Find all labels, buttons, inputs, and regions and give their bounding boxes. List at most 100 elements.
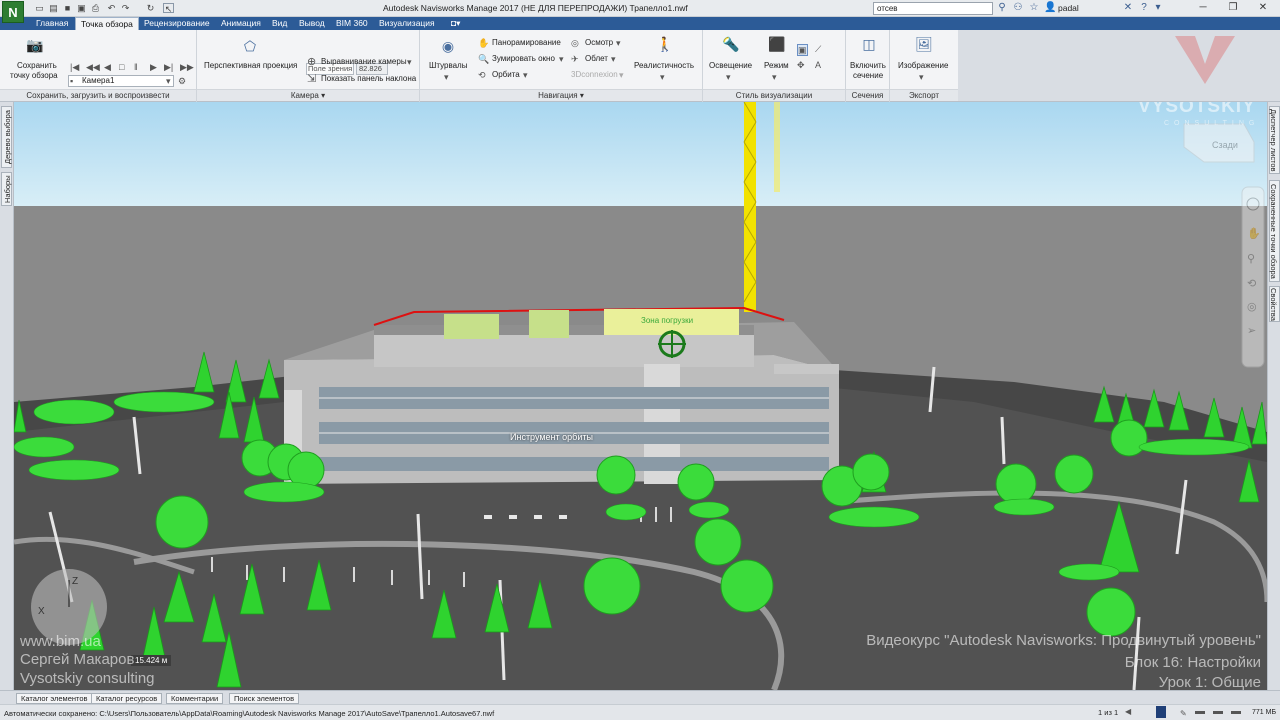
previous-page-icon[interactable]: ◀ [1125,707,1131,716]
search-icon[interactable]: ⚲ [996,2,1008,14]
chevron-down-icon[interactable]: ▾ [444,72,449,82]
star-icon[interactable]: ☆ [1028,2,1040,14]
open-icon[interactable]: ▤ [48,3,59,13]
save-icon[interactable]: ▣ [76,3,87,13]
dock-tab-selection-tree[interactable]: Дерево выбора [1,106,12,168]
chevron-down-icon[interactable]: ▾ [611,54,616,64]
print-icon[interactable]: ⎙ [90,3,101,13]
text-icon[interactable]: A [815,60,821,70]
dock-tab-properties[interactable]: Свойства [1269,286,1280,322]
reverse-play-icon[interactable]: ◀ [104,62,111,72]
chevron-down-icon[interactable]: ▾ [660,72,665,82]
perspective-button[interactable]: Перспективная проекция [204,61,297,71]
chevron-down-icon[interactable]: ▾ [726,72,731,82]
look-button[interactable]: Осмотр [585,38,613,48]
dock-tab-sets[interactable]: Наборы [1,172,12,206]
enable-section-label-1[interactable]: Включить [850,61,886,71]
tab-home[interactable]: Главная [31,17,73,30]
stop-icon[interactable]: □ [119,62,124,72]
minimize-button[interactable]: ─ [1188,0,1218,17]
align-camera-button[interactable]: Выравнивание камеры [321,57,407,67]
3d-viewport[interactable]: Зона погрузки Сзади ✋ ⚲ ⟲ ◎ ➢ Z X VYSOTS… [14,102,1267,690]
user-icon[interactable]: 👤 [1044,2,1056,14]
chevron-down-icon[interactable]: ▾ [166,76,171,86]
tab-view[interactable]: Вид [267,17,292,30]
playback-back-icon[interactable]: |◀ [70,62,79,72]
new-icon[interactable]: ▭ [34,3,45,13]
navigation-bar[interactable]: ✋ ⚲ ⟲ ◎ ➢ [1241,186,1265,368]
lighting-icon[interactable]: 🔦 [720,36,742,52]
mode-button[interactable]: Режим [764,61,789,71]
lighting-button[interactable]: Освещение [709,61,752,71]
save-icon[interactable]: ■ [62,3,73,13]
end-icon[interactable]: ▶▶ [180,62,194,72]
mode-icon[interactable]: ⬛ [766,36,788,52]
section-icon[interactable]: ◫ [858,36,880,52]
tab-resource-catalog[interactable]: Каталог ресурсов [91,693,163,704]
orbit-button[interactable]: Орбита [492,70,520,80]
enable-section-label-2[interactable]: сечение [853,71,883,81]
camera-save-icon[interactable]: 📷 [25,37,45,53]
realism-icon[interactable]: 🚶 [655,36,675,52]
points-icon[interactable]: ✥ [797,60,805,70]
save-viewpoint-label-1[interactable]: Сохранить [17,61,57,71]
tab-visualization[interactable]: Визуализация [374,17,440,30]
zoom-window-icon: 🔍 [478,54,490,64]
chevron-down-icon[interactable]: ▾ [1152,2,1164,14]
ribbon-options-icon[interactable]: ◘▾ [446,17,465,30]
chevron-down-icon[interactable]: ▾ [919,72,924,82]
viewcube-face-label[interactable]: Сзади [1212,140,1238,150]
show-tilt-button[interactable]: Показать панель наклона [321,74,416,84]
3dconnexion-button[interactable]: 3Dconnexion [571,70,618,80]
image-icon[interactable]: 🖼 [913,36,935,52]
tab-item-catalog[interactable]: Каталог элементов [16,693,93,704]
chevron-down-icon[interactable]: ▾ [772,72,777,82]
play-icon[interactable]: ▶ [150,62,157,72]
steering-wheels-button[interactable]: Штурвалы [429,61,467,71]
search-input[interactable]: отсев [873,2,993,15]
save-viewpoint-label-2[interactable]: точку обзора [10,71,58,81]
maximize-button[interactable]: ❐ [1218,0,1248,17]
tab-viewpoint[interactable]: Точка обзора [75,17,139,31]
dock-tab-sheet-browser[interactable]: Диспетчер листов [1269,106,1280,174]
dock-tab-saved-viewpoints[interactable]: Сохраненные точки обзора [1269,180,1280,282]
camera-select[interactable]: Камера1 [68,75,174,87]
help-icon[interactable]: ? [1138,2,1150,14]
refresh-icon[interactable]: ↻ [145,3,156,13]
surfaces-icon[interactable]: ▣ [797,44,808,56]
tab-output[interactable]: Вывод [294,17,330,30]
course-title: Видеокурс "Autodesk Navisworks: Продвину… [866,632,1261,649]
lines-icon[interactable]: ⟋ [815,44,821,54]
image-button[interactable]: Изображение [898,61,948,71]
viewpoint-settings-icon[interactable]: ⚙ [178,76,186,86]
steering-wheels-icon[interactable]: ◉ [438,38,458,54]
chevron-down-icon[interactable]: ▾ [407,57,412,67]
zoom-window-button[interactable]: Зумировать окно [492,54,555,64]
network-icon[interactable]: ⚇ [1012,2,1024,14]
chevron-down-icon[interactable]: ▾ [616,38,621,48]
tab-animation[interactable]: Анимация [216,17,266,30]
tab-comments[interactable]: Комментарии [166,693,224,704]
step-forward-icon[interactable]: ▶| [164,62,173,72]
app-menu-button[interactable]: N [2,1,24,23]
close-button[interactable]: ✕ [1248,0,1278,17]
tab-review[interactable]: Рецензирование [139,17,215,30]
pause-icon[interactable]: ‖ [134,62,138,72]
perspective-icon[interactable]: ⬠ [240,38,260,54]
course-block: Блок 16: Настройки [1124,654,1261,671]
scene-canvas[interactable]: Зона погрузки Сзади ✋ ⚲ ⟲ ◎ ➢ Z X [14,102,1267,690]
chevron-down-icon[interactable]: ▾ [523,70,528,80]
select-cursor-icon[interactable]: ↖ [163,3,174,14]
step-back-icon[interactable]: ◀◀ [86,62,100,72]
realism-button[interactable]: Реалистичность [634,61,694,71]
pan-button[interactable]: Панорамирование [492,38,561,48]
chevron-down-icon[interactable]: ▾ [619,70,624,80]
tab-bim360[interactable]: BIM 360 [331,17,373,30]
redo-icon[interactable]: ↷ [120,3,131,13]
fly-button[interactable]: Облет [585,54,608,64]
exchange-icon[interactable]: ✕ [1122,2,1134,14]
undo-icon[interactable]: ↶ [106,3,117,13]
tab-find-items[interactable]: Поиск элементов [229,693,300,704]
chevron-down-icon[interactable]: ▾ [559,54,564,64]
user-name[interactable]: padal [1058,3,1079,13]
